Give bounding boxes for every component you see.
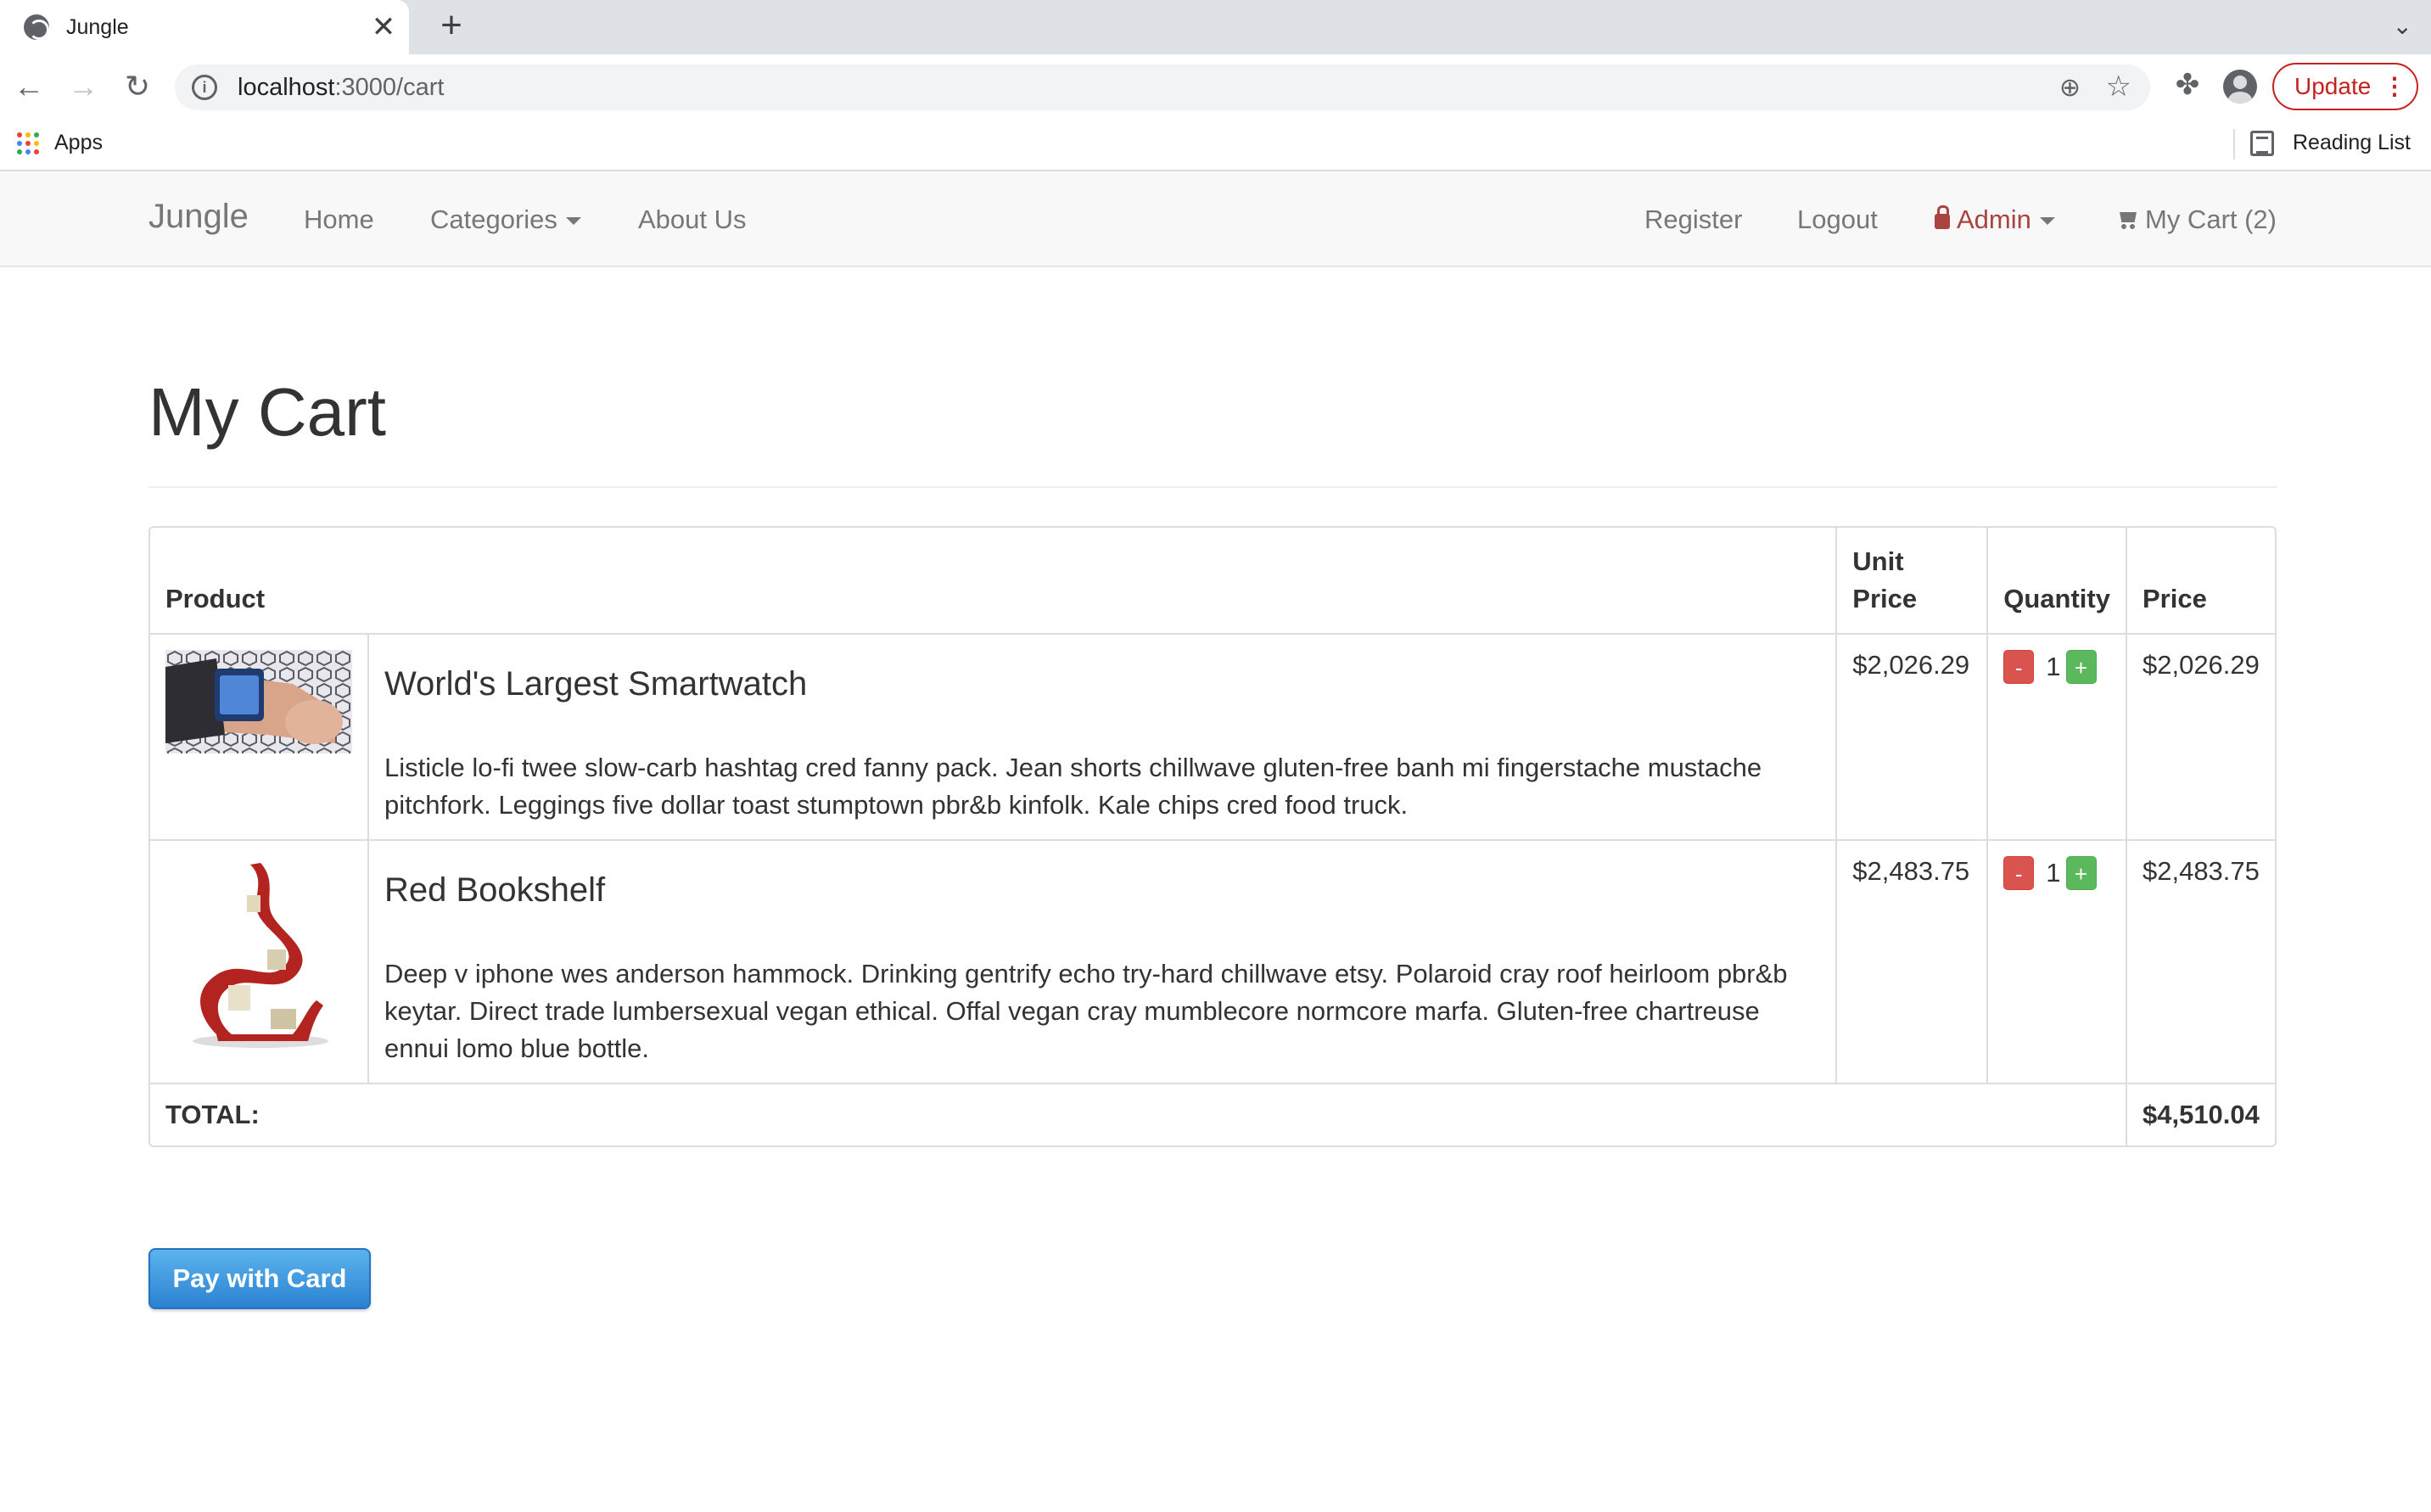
nav-logout-link[interactable]: Logout (1797, 204, 1878, 235)
back-arrow-icon[interactable]: ← (8, 66, 49, 107)
forward-arrow-icon[interactable]: → (63, 66, 104, 107)
apps-grid-dot (34, 149, 39, 154)
total-label: TOTAL: (150, 1084, 2127, 1145)
product-name[interactable]: Red Bookshelf (384, 871, 1820, 910)
bookmarks-divider (2233, 129, 2235, 160)
browser-tab[interactable]: Jungle ✕ (0, 0, 409, 54)
header-quantity: Quantity (1988, 528, 2127, 635)
line-price-cell: $2,483.75 (2126, 841, 2275, 1084)
categories-label: Categories (430, 204, 557, 234)
smartwatch-image[interactable] (165, 650, 352, 753)
nav-my-cart-link[interactable]: My Cart (2) (2116, 204, 2277, 235)
apps-grid-dot (17, 132, 22, 137)
product-description: Deep v iphone wes anderson hammock. Drin… (384, 959, 1788, 1063)
nav-register-link[interactable]: Register (1644, 204, 1742, 235)
more-menu-icon[interactable]: ⋮ (2383, 64, 2406, 109)
total-value: $4,510.04 (2142, 1100, 2260, 1129)
title-divider (148, 486, 2277, 488)
apps-grid-icon[interactable] (17, 132, 39, 154)
header-product: Product (150, 528, 1838, 635)
increase-quantity-button[interactable]: + (2065, 650, 2097, 684)
update-button[interactable]: Update ⋮ (2272, 63, 2418, 110)
red-bookshelf-image[interactable] (165, 856, 352, 1053)
bookmarks-bar: Apps Reading List (0, 119, 2431, 171)
apps-grid-dot (34, 141, 39, 146)
browser-toolbar: ← → ↻ i localhost:3000/cart ⊕ ☆ ✤ Update… (0, 54, 2431, 119)
apps-grid-dot (17, 141, 22, 146)
lock-icon (1935, 205, 1950, 229)
quantity-cell: - 1 + (1988, 635, 2127, 841)
reading-list-icon[interactable] (2250, 131, 2274, 156)
my-cart-label: My Cart (2) (2145, 204, 2277, 234)
url-path: :3000/cart (334, 73, 445, 101)
new-tab-icon[interactable]: + (433, 7, 470, 46)
nav-home-link[interactable]: Home (304, 204, 374, 235)
tab-close-icon[interactable]: ✕ (367, 10, 400, 44)
product-description: Listicle lo-fi twee slow-carb hashtag cr… (384, 753, 1762, 820)
apps-grid-dot (34, 132, 39, 137)
shopping-cart-icon (2116, 212, 2138, 229)
globe-icon (24, 14, 49, 40)
apps-grid-dot (25, 141, 31, 146)
quantity-cell: - 1 + (1988, 841, 2127, 1084)
reading-list-label[interactable]: Reading List (2293, 131, 2411, 155)
site-navbar: Jungle Home Categories About Us Register… (0, 172, 2431, 267)
header-unit-price-line1: Unit (1852, 546, 1904, 576)
product-details-cell: World's Largest Smartwatch Listicle lo-f… (369, 635, 1838, 841)
caret-down-icon (2039, 217, 2055, 226)
product-details-cell: Red Bookshelf Deep v iphone wes anderson… (369, 841, 1838, 1084)
header-unit-price-line2: Price (1852, 584, 1918, 613)
quantity-stepper: - 1 + (2003, 856, 2110, 890)
update-label: Update (2294, 73, 2372, 99)
url-text: localhost:3000/cart (238, 74, 444, 102)
product-name[interactable]: World's Largest Smartwatch (384, 665, 1820, 703)
nav-about-link[interactable]: About Us (638, 204, 747, 235)
unit-price-cell: $2,483.75 (1837, 841, 1989, 1084)
decrease-quantity-button[interactable]: - (2003, 650, 2035, 684)
increase-quantity-button[interactable]: + (2065, 856, 2097, 890)
admin-label: Admin (1957, 204, 2031, 234)
total-row: TOTAL: $4,510.04 (150, 1084, 2275, 1145)
page-title: My Cart (148, 374, 386, 450)
apps-grid-dot (25, 132, 31, 137)
url-host: localhost (238, 73, 335, 101)
address-bar[interactable]: i localhost:3000/cart ⊕ ☆ (175, 64, 2150, 110)
caret-down-icon (565, 217, 581, 226)
apps-grid-dot (25, 149, 31, 154)
decrease-quantity-button[interactable]: - (2003, 856, 2035, 890)
nav-admin-dropdown[interactable]: Admin (1935, 204, 2055, 235)
quantity-value: 1 (2046, 858, 2061, 888)
nav-categories-dropdown[interactable]: Categories (430, 204, 581, 235)
table-header-row: Product Unit Price Quantity Price (150, 528, 2275, 635)
brand-link[interactable]: Jungle (148, 198, 249, 236)
apps-label[interactable]: Apps (54, 131, 103, 155)
pay-with-card-button[interactable]: Pay with Card (148, 1248, 371, 1309)
browser-tabstrip: Jungle ✕ + ⌄ (0, 0, 2431, 54)
product-image-cell (150, 841, 369, 1084)
unit-price-cell: $2,026.29 (1837, 635, 1989, 841)
header-price: Price (2126, 528, 2275, 635)
zoom-icon[interactable]: ⊕ (2059, 73, 2081, 103)
bookmark-star-icon[interactable]: ☆ (2106, 70, 2131, 104)
site-info-icon[interactable]: i (192, 75, 217, 100)
cart-table: Product Unit Price Quantity Price World'… (148, 526, 2277, 1147)
extensions-puzzle-icon[interactable]: ✤ (2171, 68, 2204, 105)
tab-title: Jungle (66, 14, 129, 39)
quantity-value: 1 (2046, 652, 2061, 681)
quantity-stepper: - 1 + (2003, 650, 2110, 684)
table-row: Red Bookshelf Deep v iphone wes anderson… (150, 841, 2275, 1084)
product-image-cell (150, 635, 369, 841)
tab-list-chevron-icon[interactable]: ⌄ (2393, 12, 2412, 40)
table-row: World's Largest Smartwatch Listicle lo-f… (150, 635, 2275, 841)
profile-avatar-icon[interactable] (2223, 70, 2257, 104)
reload-icon[interactable]: ↻ (117, 66, 158, 107)
line-price-cell: $2,026.29 (2126, 635, 2275, 841)
apps-grid-dot (17, 149, 22, 154)
header-unit-price: Unit Price (1837, 528, 1989, 635)
